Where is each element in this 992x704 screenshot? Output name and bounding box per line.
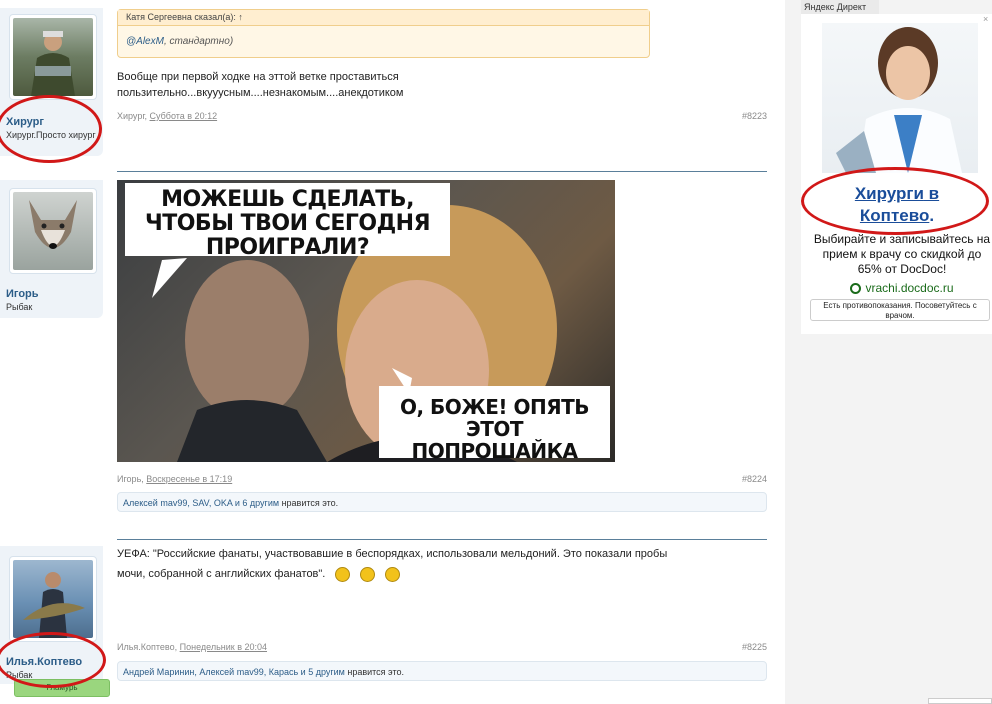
likes-names[interactable]: Алексей mav99, SAV, OKA и 6 другим [123,498,279,508]
laughing-emoji-icon [385,566,401,582]
meta-author[interactable]: Хирург, [117,111,150,121]
thread-feed: Хирург Хирург.Просто хирург Катя Сергеев… [0,0,785,704]
post-number[interactable]: #8224 [742,474,767,484]
message-text: мочи, собранной с английских фанатов". [117,568,326,580]
post-number[interactable]: #8223 [742,111,767,121]
ad-description: Выбирайте и записывайтесь на прием к вра… [813,232,991,276]
meme-caption-bottom: О, БОЖЕ! ОПЯТЬ ЭТОТ ПОПРОШАЙКА [379,386,610,462]
message-line: Вообще при первой ходке на эттой ветке п… [117,71,399,83]
post-8224: Игорь Рыбак МОЖЕШЬ СДЕЛАТЬ, ЧТОБЫ ТВОИ С… [0,172,785,540]
meta-time[interactable]: Понедельник в 20:04 [180,642,267,652]
avatar-photo [23,572,85,638]
mention-link[interactable]: @AlexM [126,36,164,47]
ad-warning: Есть противопоказания. Посоветуйтесь с в… [810,299,990,321]
laughing-emoji-icon [360,566,376,582]
ad-label[interactable]: Яндекс Директ [801,0,879,14]
quote-text: @AlexM, стандартно) [118,26,649,47]
message-line: мочи, собранной с английских фанатов". [117,566,401,582]
avatar-photo [29,200,77,249]
avatar[interactable] [9,556,97,642]
quote-author[interactable]: Катя Сергеевна сказал(а): ↑ [118,10,649,26]
likes-names[interactable]: Андрей Маринин, Алексей mav99, Карась и … [123,667,345,677]
globe-icon [850,283,862,295]
meta-time[interactable]: Суббота в 20:12 [150,111,218,121]
highlight-circle [801,167,989,235]
quote-block: Катя Сергеевна сказал(а): ↑ @AlexM, стан… [117,9,650,58]
likes-suffix: нравится это. [279,498,339,508]
meme-image[interactable]: МОЖЕШЬ СДЕЛАТЬ, ЧТОБЫ ТВОИ СЕГОДНЯ ПРОИГ… [117,180,615,462]
meta-author[interactable]: Илья.Коптево, [117,642,180,652]
likes-suffix: нравится это. [344,667,404,677]
meme-caption-top: МОЖЕШЬ СДЕЛАТЬ, ЧТОБЫ ТВОИ СЕГОДНЯ ПРОИГ… [125,183,450,260]
laughing-emoji-icon [335,566,351,582]
meta-author[interactable]: Игорь, [117,474,146,484]
doctor-photo [836,27,962,173]
post-number[interactable]: #8225 [742,642,767,652]
avatar-photo [31,31,75,96]
post-8225: Илья.Коптево Рыбак Гламурь УЕФА: "Россий… [0,540,785,704]
post-meta: Илья.Коптево, Понедельник в 20:04 [117,642,267,652]
highlight-circle [0,632,106,688]
scroll-corner [928,698,992,704]
message-line: пользительно...вкууусным....незнакомым..… [117,87,404,99]
avatar[interactable] [9,14,97,100]
avatar[interactable] [9,188,97,274]
ad-domain-text[interactable]: vrachi.docdoc.ru [865,281,953,295]
username[interactable]: Игорь [6,288,39,300]
message-line: УЕФА: "Российские фанаты, участвовавшие … [117,548,668,560]
ad-domain[interactable]: vrachi.docdoc.ru [812,281,992,295]
post-8223: Хирург Хирург.Просто хирург Катя Сергеев… [0,0,785,172]
close-icon[interactable]: × [983,14,988,24]
post-meta: Хирург, Суббота в 20:12 [117,111,217,121]
likes-bar: Алексей mav99, SAV, OKA и 6 другим нрави… [117,492,767,512]
ad-image[interactable] [822,23,978,173]
meta-time[interactable]: Воскресенье в 17:19 [146,474,232,484]
quote-content: , стандартно) [163,36,234,47]
highlight-circle [0,95,102,163]
post-meta: Игорь, Воскресенье в 17:19 [117,474,232,484]
likes-bar: Андрей Маринин, Алексей mav99, Карась и … [117,661,767,681]
user-title: Рыбак [6,302,33,312]
